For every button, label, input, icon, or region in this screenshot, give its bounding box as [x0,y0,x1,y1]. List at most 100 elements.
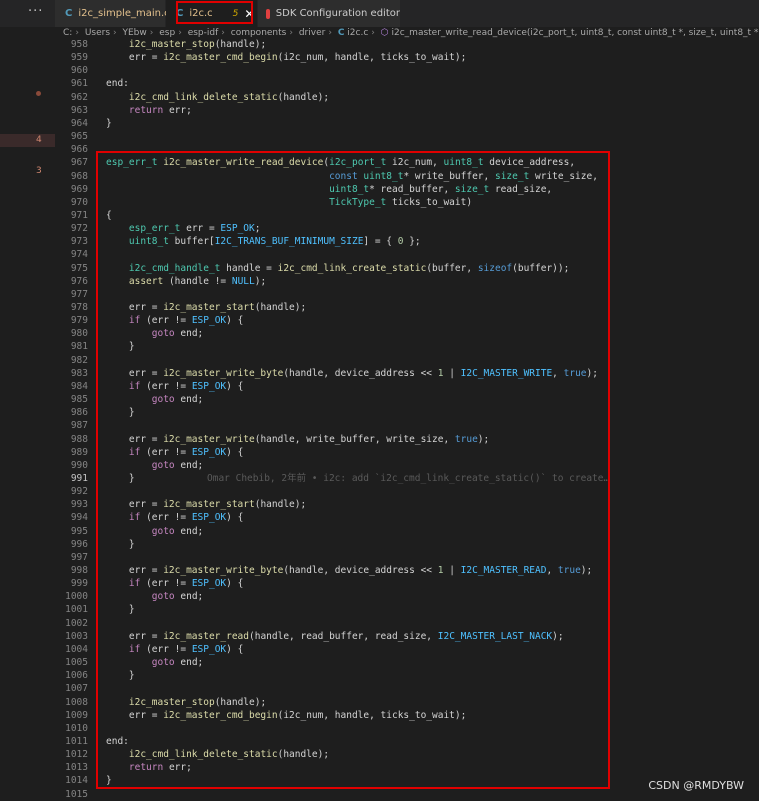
tab-label: i2c_simple_main.c [78,8,170,19]
line-number: 996 [70,538,88,550]
code-line[interactable]: 959 err = i2c_master_cmd_begin(i2c_num, … [55,51,759,64]
breadcrumb-item[interactable]: Users [85,28,110,38]
line-number: 960 [70,65,88,77]
chevron-right-icon: › [371,28,375,38]
breadcrumb-item[interactable]: esp [159,28,175,38]
line-number: 970 [70,196,88,208]
chevron-right-icon: › [75,28,79,38]
line-number: 974 [70,249,88,261]
line-number: 1007 [65,683,88,695]
chevron-right-icon: › [113,28,117,38]
chevron-right-icon: › [328,28,332,38]
code-text: end: [106,78,129,90]
line-number: 965 [70,131,88,143]
line-number: 998 [70,565,88,576]
line-number: 1009 [65,709,88,721]
highlight-box-function [96,151,610,789]
code-text: err = i2c_master_cmd_begin(i2c_num, hand… [106,52,467,64]
line-number: 976 [70,275,88,287]
line-number: 1012 [65,749,88,761]
tab-bar: ··· C i2c_simple_main.c 4 C i2c.c 5 ✕ SD… [0,0,759,27]
breadcrumb-item[interactable]: esp-idf [188,28,219,38]
line-number: 1005 [65,657,88,669]
code-line[interactable]: 962 i2c_cmd_link_delete_static(handle); [55,91,759,104]
line-number: 962 [70,91,88,103]
c-file-icon: C [65,8,73,19]
line-number: 999 [70,578,88,590]
tab-i2c-simple-main[interactable]: C i2c_simple_main.c 4 [55,0,179,27]
line-number: 980 [70,328,88,340]
breadcrumb-item[interactable]: YEbw [123,28,147,38]
breadcrumb-item[interactable]: driver [299,28,325,38]
line-number: 997 [70,551,88,563]
line-number: 964 [70,117,88,129]
code-line[interactable]: 960 [55,64,759,77]
line-number: 975 [70,262,88,274]
code-text: i2c_cmd_link_delete_static(handle); [128,91,330,103]
line-number: 992 [70,486,88,498]
line-number: 995 [70,525,88,537]
activity-gutter [0,0,55,801]
line-number: 1010 [65,722,88,734]
chevron-right-icon: › [221,28,225,38]
watermark: CSDN @RMDYBW [648,779,744,792]
line-number: 988 [70,433,88,445]
code-text: return err; [128,104,192,116]
line-number: 982 [70,354,88,366]
line-number: 1004 [65,643,88,655]
line-number: 991 [70,472,88,484]
line-number: 1003 [65,630,88,642]
line-number: 1006 [65,670,88,682]
highlight-box-tab [176,1,253,24]
line-number: 1014 [65,775,88,787]
code-text: i2c_master_stop(handle); [128,39,267,50]
tab-sdk-config[interactable]: SDK Configuration editor [258,0,401,27]
line-number: 983 [70,367,88,379]
line-number: 966 [70,144,88,156]
line-number: 981 [70,341,88,353]
line-number: 1011 [65,735,88,747]
line-number: 972 [70,223,88,235]
line-number: 973 [70,236,88,248]
more-actions-icon[interactable]: ··· [28,4,43,19]
breadcrumb-item[interactable]: i2c_master_write_read_device(i2c_port_t,… [392,28,759,38]
function-symbol-icon: ⬡ [380,28,389,38]
line-number: 1008 [65,696,88,708]
line-number: 1015 [65,788,88,800]
c-file-icon: C [337,28,345,38]
line-number: 993 [70,499,88,511]
line-number: 979 [70,315,88,327]
line-number: 987 [70,420,88,432]
line-number: 1000 [65,591,88,603]
margin-marker: 3 [36,166,42,176]
line-number: 977 [70,288,88,300]
line-number: 1001 [65,604,88,616]
code-line[interactable]: 963 return err; [55,104,759,117]
breadcrumb-item[interactable]: C: [63,28,72,38]
line-number: 978 [70,302,88,313]
modified-dot-icon [36,91,41,96]
line-number: 961 [70,78,88,90]
line-number: 958 [70,39,88,50]
line-number: 968 [70,170,88,182]
code-line[interactable]: 965 [55,130,759,143]
line-number: 986 [70,407,88,419]
line-number: 971 [70,209,88,221]
code-line[interactable]: 961 end: [55,77,759,90]
line-number: 985 [70,394,88,406]
breadcrumb-item[interactable]: components [231,28,287,38]
line-number: 967 [70,157,88,169]
line-number: 994 [70,512,88,524]
line-number: 959 [70,52,88,64]
tab-label: SDK Configuration editor [275,8,400,19]
code-line[interactable]: 958 i2c_master_stop(handle); [55,38,759,51]
margin-marker: 4 [36,135,42,145]
breadcrumb-item[interactable]: i2c.c [347,28,368,38]
code-line[interactable]: 964} [55,117,759,130]
diff-marker [0,134,55,147]
line-number: 1013 [65,762,88,774]
chevron-right-icon: › [149,28,154,38]
chevron-right-icon: › [178,28,182,38]
line-number: 984 [70,380,88,392]
line-number: 963 [70,104,88,116]
